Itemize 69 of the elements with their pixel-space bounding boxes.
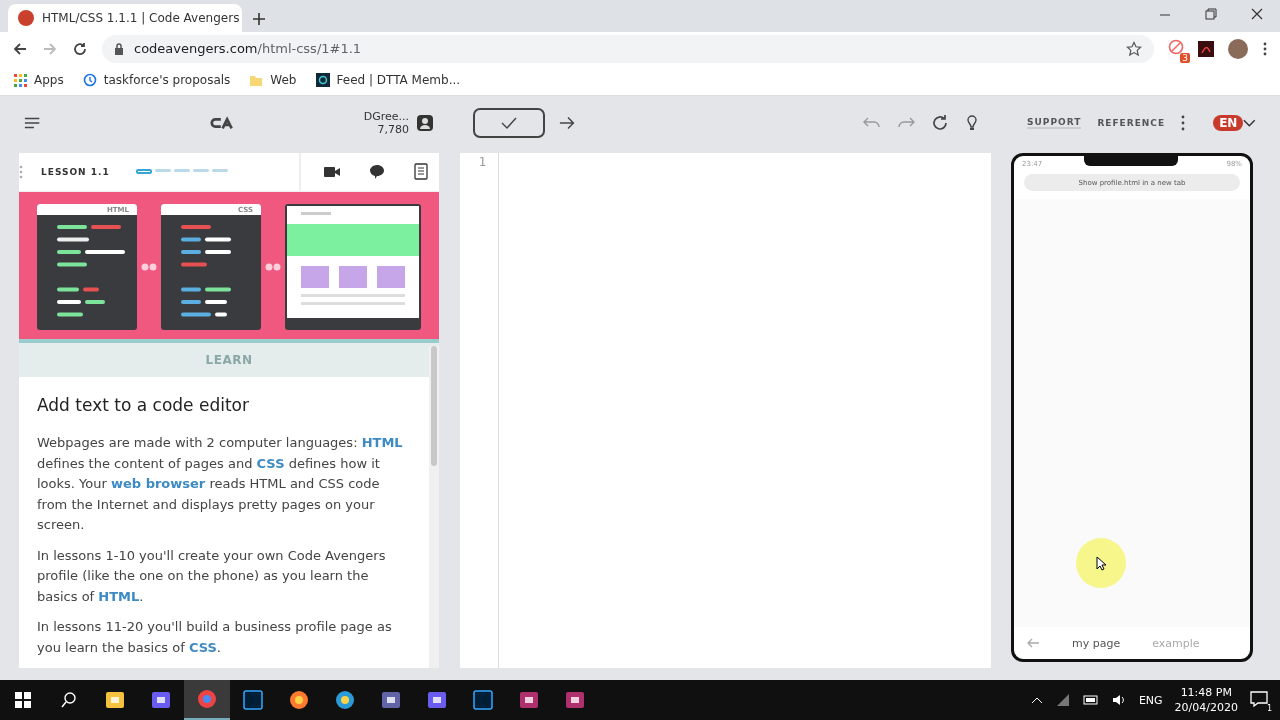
app-icon bbox=[427, 690, 447, 710]
checkmark-icon bbox=[500, 117, 517, 129]
lesson-paragraph: In lessons 11-20 you'll build a business profile page as you learn the basics of CSS. bbox=[37, 618, 393, 657]
lightbulb-icon[interactable] bbox=[965, 115, 980, 131]
apps-icon bbox=[12, 72, 28, 88]
app-icon bbox=[565, 690, 585, 710]
check-button[interactable] bbox=[472, 108, 545, 138]
extension-icon[interactable] bbox=[1168, 38, 1184, 55]
connector-drawing bbox=[141, 263, 157, 272]
star-icon[interactable] bbox=[1126, 40, 1142, 57]
app-icon bbox=[243, 690, 263, 710]
scrollbar[interactable] bbox=[429, 346, 439, 668]
language-selector[interactable]: EN bbox=[1213, 115, 1244, 131]
plus-icon[interactable] bbox=[252, 12, 266, 26]
notification-icon[interactable] bbox=[1250, 689, 1268, 708]
lesson-paragraph: Webpages are made with 2 computer languages: HTML defines the content of pages and CSS defines how it looks. Your web browser reads HTML and CSS code from the Internet and displays pretty pages on your screen. bbox=[37, 434, 404, 534]
chevron-down-icon[interactable] bbox=[1243, 118, 1256, 128]
clock[interactable]: 11:48 PM 20/04/2020 bbox=[1174, 685, 1238, 715]
site-icon bbox=[314, 72, 331, 88]
browser-tab[interactable]: HTML/CSS 1.1.1 | Code Avengers bbox=[8, 4, 242, 32]
notification-count: 1 bbox=[1266, 703, 1272, 713]
phone-tab[interactable]: my page bbox=[1072, 636, 1121, 650]
history-icon bbox=[81, 72, 98, 88]
nav-link[interactable]: REFERENCE bbox=[1097, 118, 1166, 128]
app-icon bbox=[197, 689, 217, 709]
lesson-heading: Add text to a code editor bbox=[37, 394, 250, 415]
windows-logo-icon bbox=[15, 692, 31, 708]
bookmark[interactable]: Apps bbox=[12, 72, 64, 88]
speaker-icon[interactable] bbox=[1110, 692, 1127, 708]
bookmark[interactable]: Feed | DTTA Memb... bbox=[314, 72, 461, 88]
user-name: DGree... bbox=[363, 110, 409, 123]
site-logo-icon bbox=[18, 10, 34, 26]
chevron-up-icon[interactable] bbox=[1030, 695, 1043, 705]
back-arrow-icon[interactable] bbox=[12, 40, 28, 57]
reload-icon[interactable] bbox=[72, 40, 88, 57]
app-icon bbox=[105, 690, 125, 710]
lesson-title: LESSON 1.1 bbox=[41, 166, 110, 177]
line-number: 1 bbox=[477, 155, 486, 169]
app-icon bbox=[473, 690, 493, 710]
profile-avatar[interactable] bbox=[1228, 38, 1248, 59]
connector-drawing bbox=[265, 263, 281, 272]
app-icon bbox=[381, 690, 401, 710]
notification-badge: 3 bbox=[1180, 52, 1190, 63]
battery-icon[interactable] bbox=[1082, 692, 1099, 708]
app-icon bbox=[151, 690, 171, 710]
input-language[interactable]: ENG bbox=[1138, 693, 1163, 707]
chat-bubble-icon[interactable] bbox=[369, 163, 385, 180]
app-icon bbox=[289, 690, 309, 710]
user-icon[interactable] bbox=[416, 115, 433, 131]
app-icon bbox=[335, 690, 355, 710]
more-icon[interactable] bbox=[1262, 40, 1268, 57]
document-icon[interactable] bbox=[413, 163, 429, 181]
mouse-pointer-icon bbox=[1096, 555, 1106, 571]
progress-step[interactable] bbox=[135, 169, 152, 175]
address-bar[interactable]: codeavengers.com/html-css/1#1.1 bbox=[102, 34, 1154, 63]
more-icon[interactable] bbox=[1181, 115, 1186, 131]
drag-handle-icon[interactable] bbox=[19, 164, 23, 179]
app-icon bbox=[519, 690, 539, 710]
lesson-paragraph: In lessons 1-10 you'll create your own Code Avengers profile (like the one on the phone) as you learn the basics of HTML. bbox=[37, 546, 387, 606]
points-count: 7,780 bbox=[377, 123, 409, 136]
nav-link[interactable]: SUPPORT bbox=[1027, 117, 1082, 129]
next-arrow-icon[interactable] bbox=[558, 114, 576, 132]
reload-icon[interactable] bbox=[931, 114, 950, 132]
lock-icon bbox=[114, 42, 124, 55]
search-icon bbox=[61, 692, 77, 708]
logo-icon[interactable] bbox=[210, 114, 234, 132]
section-label: LEARN bbox=[19, 342, 439, 377]
bookmark[interactable]: taskforce's proposals bbox=[81, 72, 231, 88]
bookmark[interactable]: Web bbox=[248, 72, 297, 88]
